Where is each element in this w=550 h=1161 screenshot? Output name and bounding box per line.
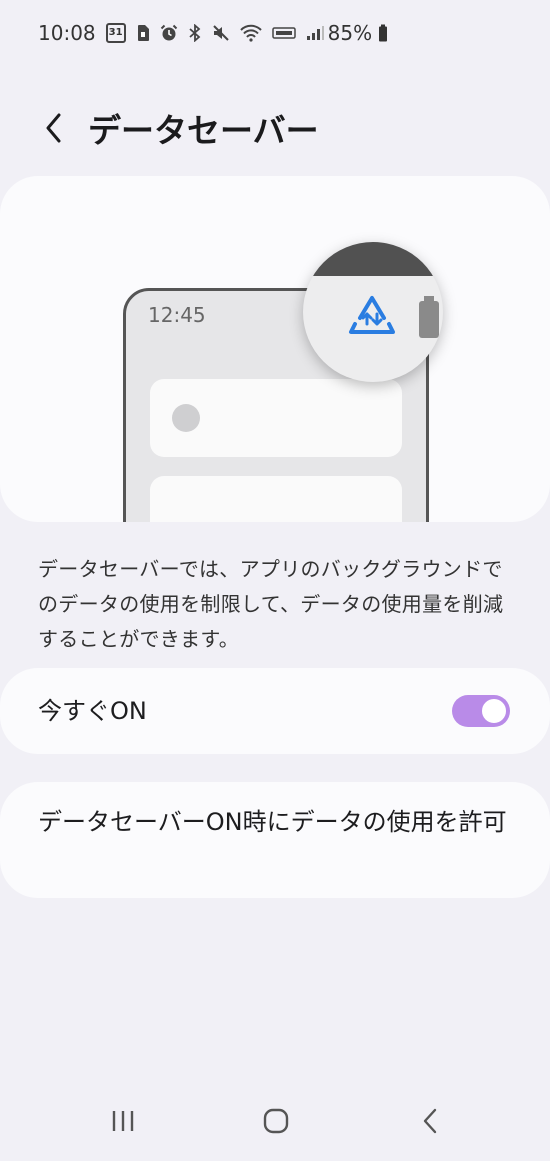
nav-back-button[interactable] [400, 1096, 460, 1146]
phone-notification-row [150, 379, 402, 457]
magnifier-circle [303, 242, 443, 382]
allow-data-setting[interactable]: データセーバーON時にデータの使用を許可 [0, 782, 550, 898]
chevron-left-icon [46, 113, 61, 143]
phone-avatar-dot [172, 404, 200, 432]
signal-icon [306, 25, 324, 41]
back-icon [423, 1108, 437, 1134]
turn-on-now-toggle[interactable] [452, 695, 510, 727]
volte-icon [271, 26, 296, 40]
home-icon [263, 1108, 289, 1134]
status-bar: 10:08 31 85% [0, 0, 550, 66]
turn-on-now-setting[interactable]: 今すぐON [0, 668, 550, 754]
illustration-card: 12:45 [0, 176, 550, 522]
recent-apps-icon [112, 1111, 134, 1131]
calendar-icon: 31 [105, 23, 126, 43]
battery-icon [378, 24, 388, 42]
home-button[interactable] [246, 1096, 306, 1146]
alarm-icon [160, 24, 178, 42]
navigation-bar [0, 1086, 550, 1161]
recent-apps-button[interactable] [93, 1096, 153, 1146]
toggle-knob [480, 697, 508, 725]
description-text: データセーバーでは、アプリのバックグラウンドでのデータの使用を制限して、データの… [38, 557, 504, 651]
sim-icon [136, 24, 150, 42]
header: データセーバー [0, 96, 550, 160]
data-saver-screen: 10:08 31 85% データセーバー 12:45 データセーバーでは、アプリ… [0, 0, 550, 1161]
battery-percent: 85% [327, 21, 373, 45]
mute-icon [212, 24, 230, 42]
status-time: 10:08 [38, 21, 96, 45]
magnifier-status-strip [303, 242, 443, 276]
battery-icon [419, 296, 439, 338]
turn-on-now-label: 今すぐON [38, 697, 147, 725]
phone-time: 12:45 [148, 303, 206, 327]
page-title: データセーバー [88, 111, 319, 150]
phone-notification-row [150, 476, 402, 522]
wifi-icon [239, 24, 262, 42]
back-button[interactable] [28, 102, 80, 154]
allow-data-label: データセーバーON時にデータの使用を許可 [38, 808, 507, 836]
data-saver-icon [349, 296, 395, 334]
bluetooth-icon [188, 24, 202, 42]
